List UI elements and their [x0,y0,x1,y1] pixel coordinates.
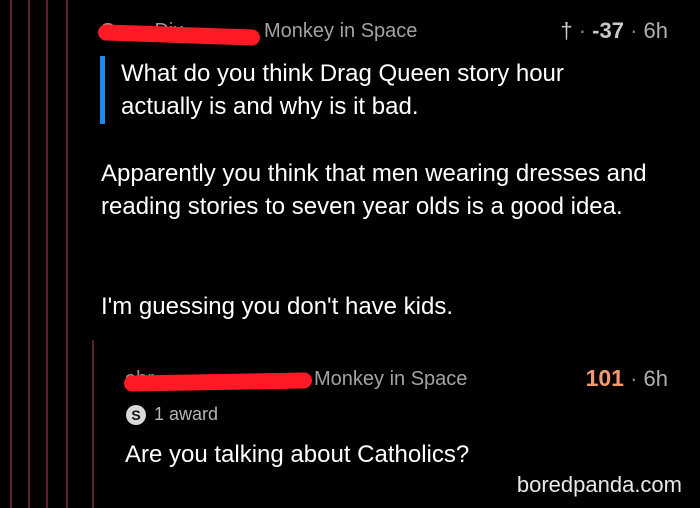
award-count: 1 award [154,404,219,424]
score-area: † · -37 · 6h [560,18,668,43]
comment-1: Gary_Dix Monkey in Space † · -37 · 6h Wh… [0,0,700,340]
user-flair: Monkey in Space [314,368,468,390]
watermark: boredpanda.com [516,472,682,497]
comment-age: 6h [643,366,668,391]
comment-body: Are you talking about Catholics? [125,441,470,468]
quote-bar [100,56,105,124]
score: 101 [585,365,624,391]
award-icon: S [126,404,146,425]
quote-text: What do you think Drag Queen story hour … [121,60,564,120]
comment-paragraph-2: I'm guessing you don't have kids. [101,293,454,320]
comment-age: 6h [643,18,668,43]
dagger-icon[interactable]: † [560,18,572,43]
comment-paragraph-1: Apparently you think that men wearing dr… [101,160,647,220]
score: -37 [592,18,624,43]
award-row[interactable]: S 1 award [126,404,218,425]
user-flair: Monkey in Space [264,20,418,42]
username-redaction [123,372,313,392]
score-area: 101 · 6h [585,365,668,391]
